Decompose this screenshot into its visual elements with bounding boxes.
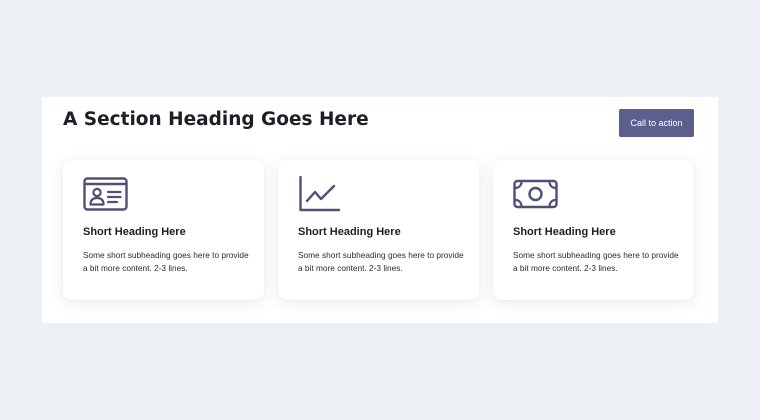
card-heading: Short Heading Here	[83, 226, 186, 238]
card-description: Some short subheading goes here to provi…	[83, 250, 249, 273]
feature-card: Short Heading Here Some short subheading…	[278, 160, 479, 300]
card-heading: Short Heading Here	[513, 226, 616, 238]
call-to-action-button[interactable]: Call to action	[619, 109, 694, 137]
feature-section: A Section Heading Goes Here Call to acti…	[42, 97, 718, 323]
feature-card: Short Heading Here Some short subheading…	[63, 160, 264, 300]
feature-card: Short Heading Here Some short subheading…	[493, 160, 694, 300]
card-description: Some short subheading goes here to provi…	[298, 250, 464, 273]
line-chart-icon	[299, 176, 341, 212]
card-heading: Short Heading Here	[298, 226, 401, 238]
section-heading: A Section Heading Goes Here	[63, 109, 369, 130]
card-description: Some short subheading goes here to provi…	[513, 250, 679, 273]
banknote-icon	[513, 179, 558, 209]
id-card-icon	[83, 177, 128, 211]
